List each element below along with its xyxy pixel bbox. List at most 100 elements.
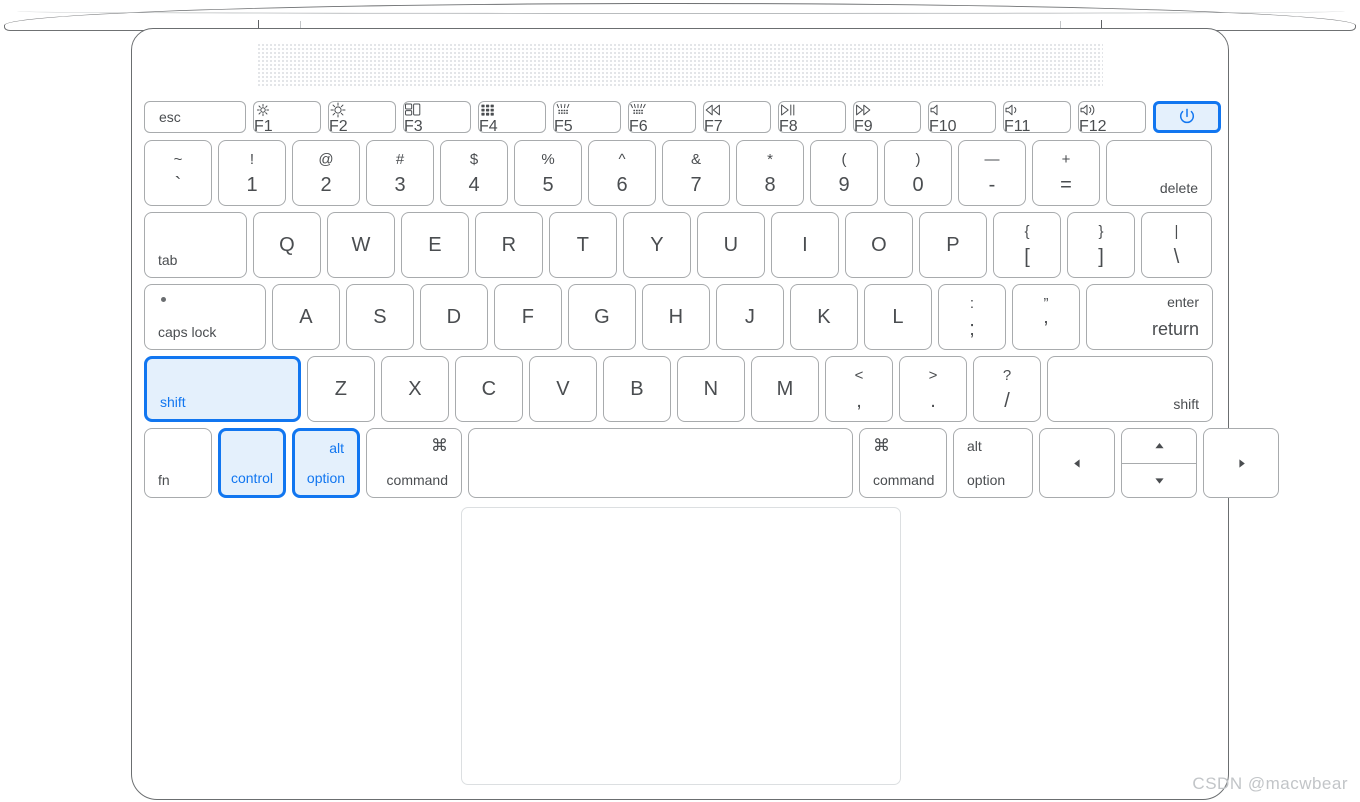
key-1[interactable]: ! 1	[218, 140, 286, 206]
brightness-up-icon	[329, 102, 395, 118]
key-f1[interactable]: F1	[253, 101, 321, 135]
key-k[interactable]: K	[790, 284, 858, 350]
key-9[interactable]: ( 9	[810, 140, 878, 206]
key-caps-lock[interactable]: caps lock	[144, 284, 266, 350]
key-x[interactable]: X	[381, 356, 449, 422]
key-y[interactable]: Y	[623, 212, 691, 278]
key-t[interactable]: T	[549, 212, 617, 278]
key-f7[interactable]: F7	[703, 101, 771, 135]
key-e[interactable]: E	[401, 212, 469, 278]
key-label: A	[299, 305, 313, 328]
key-b[interactable]: B	[603, 356, 671, 422]
key-f11[interactable]: F11	[1003, 101, 1071, 135]
key-shift-right[interactable]: shift	[1047, 356, 1213, 422]
key-space[interactable]	[468, 428, 853, 498]
key-secondary-label: %	[541, 150, 555, 168]
key-primary-label: 8	[764, 173, 776, 196]
key-primary-label: 1	[246, 173, 258, 196]
key-backslash[interactable]: | \	[1141, 212, 1212, 278]
key-semicolon[interactable]: : ;	[938, 284, 1006, 350]
key-f[interactable]: F	[494, 284, 562, 350]
key-arrow-left[interactable]	[1039, 428, 1115, 498]
key-label: Z	[334, 377, 348, 400]
key-command-right[interactable]: ⌘ command	[859, 428, 947, 498]
key-0[interactable]: ) 0	[884, 140, 952, 206]
key-f9[interactable]: F9	[853, 101, 921, 135]
key-delete[interactable]: delete	[1106, 140, 1212, 206]
key-5[interactable]: % 5	[514, 140, 582, 206]
key-o[interactable]: O	[845, 212, 913, 278]
key-bracket-left[interactable]: { [	[993, 212, 1061, 278]
key-f2[interactable]: F2	[328, 101, 396, 135]
key-arrow-right[interactable]	[1203, 428, 1279, 498]
key-6[interactable]: ^ 6	[588, 140, 656, 206]
key-f10[interactable]: F10	[928, 101, 996, 135]
key-quote[interactable]: ” ’	[1012, 284, 1080, 350]
key-g[interactable]: G	[568, 284, 636, 350]
key-label: F7	[704, 118, 723, 135]
arrow-down-icon[interactable]	[1122, 463, 1196, 497]
key-period[interactable]: > .	[899, 356, 967, 422]
key-control[interactable]: control	[218, 428, 286, 498]
key-fn[interactable]: fn	[144, 428, 212, 498]
key-label: R	[501, 233, 517, 256]
key-r[interactable]: R	[475, 212, 543, 278]
key-m[interactable]: M	[751, 356, 819, 422]
trackpad[interactable]	[461, 507, 901, 785]
key-q[interactable]: Q	[253, 212, 321, 278]
key-label: F5	[554, 118, 573, 135]
key-h[interactable]: H	[642, 284, 710, 350]
key-tab[interactable]: tab	[144, 212, 247, 278]
key-f12[interactable]: F12	[1078, 101, 1146, 135]
key-i[interactable]: I	[771, 212, 839, 278]
key-secondary-label: alt	[329, 440, 344, 456]
key-option-left[interactable]: alt option	[292, 428, 360, 498]
key-f3[interactable]: F3	[403, 101, 471, 135]
key-p[interactable]: P	[919, 212, 987, 278]
key-f5[interactable]: F5	[553, 101, 621, 135]
key-comma[interactable]: < ,	[825, 356, 893, 422]
key-secondary-label: |	[1174, 222, 1179, 240]
key-label: J	[744, 305, 756, 328]
key-equal[interactable]: + =	[1032, 140, 1100, 206]
key-c[interactable]: C	[455, 356, 523, 422]
key-esc[interactable]: esc	[144, 101, 246, 133]
key-7[interactable]: & 7	[662, 140, 730, 206]
arrow-up-icon[interactable]	[1122, 429, 1196, 463]
key-bracket-right[interactable]: } ]	[1067, 212, 1135, 278]
key-a[interactable]: A	[272, 284, 340, 350]
key-j[interactable]: J	[716, 284, 784, 350]
key-minus[interactable]: — -	[958, 140, 1026, 206]
key-f4[interactable]: F4	[478, 101, 546, 135]
key-8[interactable]: * 8	[736, 140, 804, 206]
key-secondary-label: ^	[618, 150, 626, 168]
key-v[interactable]: V	[529, 356, 597, 422]
key-4[interactable]: $ 4	[440, 140, 508, 206]
key-shift-left[interactable]: shift	[144, 356, 301, 422]
key-slash[interactable]: ? /	[973, 356, 1041, 422]
key-n[interactable]: N	[677, 356, 745, 422]
key-power[interactable]	[1153, 101, 1221, 133]
key-f8[interactable]: F8	[778, 101, 846, 135]
keyboard-row-home: caps lock A S D F G H J K L : ; ” ’ enter return	[144, 284, 1213, 350]
key-d[interactable]: D	[420, 284, 488, 350]
key-secondary-label: !	[249, 150, 255, 168]
key-option-right[interactable]: alt option	[953, 428, 1033, 498]
key-backtick[interactable]: ~ `	[144, 140, 212, 206]
key-u[interactable]: U	[697, 212, 765, 278]
key-w[interactable]: W	[327, 212, 395, 278]
key-f6[interactable]: F6	[628, 101, 696, 135]
key-label: shift	[1173, 396, 1199, 412]
key-label: B	[630, 377, 644, 400]
rewind-icon	[704, 102, 770, 118]
key-3[interactable]: # 3	[366, 140, 434, 206]
key-label: F1	[254, 118, 273, 135]
key-command-left[interactable]: ⌘ command	[366, 428, 462, 498]
key-l[interactable]: L	[864, 284, 932, 350]
key-2[interactable]: @ 2	[292, 140, 360, 206]
key-s[interactable]: S	[346, 284, 414, 350]
key-arrow-updown[interactable]	[1121, 428, 1197, 498]
key-return[interactable]: enter return	[1086, 284, 1213, 350]
key-label: F6	[629, 118, 648, 135]
key-z[interactable]: Z	[307, 356, 375, 422]
